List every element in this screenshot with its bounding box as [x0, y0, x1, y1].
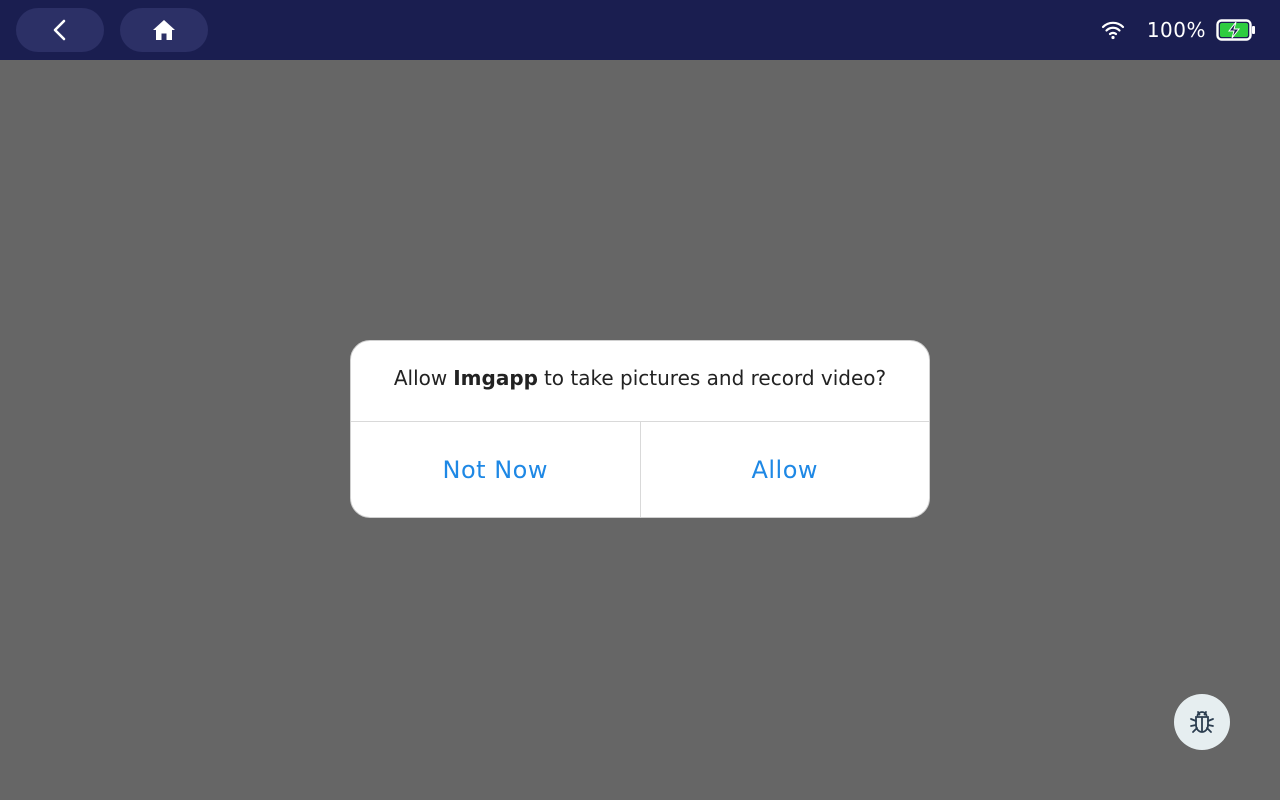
status-indicators: 100% — [1101, 0, 1256, 60]
chevron-left-icon — [53, 19, 66, 41]
back-button[interactable] — [16, 8, 104, 52]
dialog-actions: Not Now Allow — [351, 422, 930, 517]
wifi-icon — [1101, 20, 1125, 40]
dialog-message: Allow Imgapp to take pictures and record… — [351, 341, 929, 422]
battery-percent: 100% — [1146, 18, 1206, 42]
permission-dialog: Allow Imgapp to take pictures and record… — [350, 340, 930, 518]
bug-icon — [1190, 711, 1214, 733]
message-prefix: Allow — [393, 366, 448, 390]
not-now-button[interactable]: Not Now — [351, 422, 641, 517]
home-icon — [153, 20, 175, 40]
app-name: Imgapp — [453, 366, 538, 390]
message-suffix: to take pictures and record video? — [543, 366, 887, 390]
home-button[interactable] — [120, 8, 208, 52]
status-bar: 100% — [0, 0, 1280, 60]
allow-button[interactable]: Allow — [641, 422, 930, 517]
battery-charging-icon — [1216, 19, 1256, 41]
debug-button[interactable] — [1174, 694, 1230, 750]
